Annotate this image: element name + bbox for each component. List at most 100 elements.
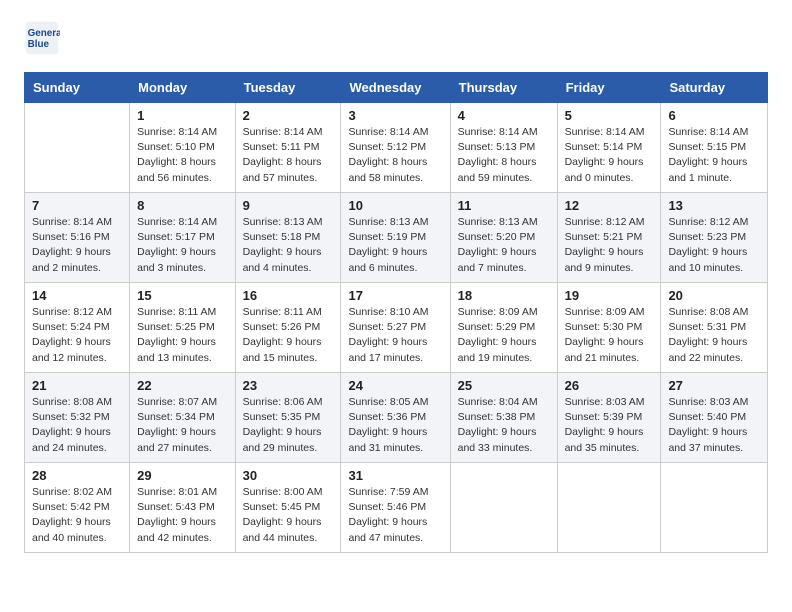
day-info: Sunrise: 8:06 AMSunset: 5:35 PMDaylight:… <box>243 395 334 456</box>
day-number: 14 <box>32 288 122 303</box>
calendar-cell: 15 Sunrise: 8:11 AMSunset: 5:25 PMDayligh… <box>130 283 235 373</box>
weekday-header-saturday: Saturday <box>661 73 768 103</box>
calendar-cell: 26 Sunrise: 8:03 AMSunset: 5:39 PMDayligh… <box>557 373 661 463</box>
calendar-cell: 20 Sunrise: 8:08 AMSunset: 5:31 PMDayligh… <box>661 283 768 373</box>
weekday-header-thursday: Thursday <box>450 73 557 103</box>
calendar-cell: 14 Sunrise: 8:12 AMSunset: 5:24 PMDayligh… <box>25 283 130 373</box>
day-number: 20 <box>668 288 760 303</box>
calendar-cell <box>25 103 130 193</box>
day-info: Sunrise: 8:11 AMSunset: 5:26 PMDaylight:… <box>243 305 334 366</box>
day-info: Sunrise: 8:14 AMSunset: 5:11 PMDaylight:… <box>243 125 334 186</box>
day-number: 31 <box>348 468 442 483</box>
day-info: Sunrise: 8:07 AMSunset: 5:34 PMDaylight:… <box>137 395 227 456</box>
day-info: Sunrise: 8:12 AMSunset: 5:24 PMDaylight:… <box>32 305 122 366</box>
weekday-header-tuesday: Tuesday <box>235 73 341 103</box>
weekday-header-wednesday: Wednesday <box>341 73 450 103</box>
day-info: Sunrise: 8:14 AMSunset: 5:12 PMDaylight:… <box>348 125 442 186</box>
weekday-header-monday: Monday <box>130 73 235 103</box>
day-info: Sunrise: 8:14 AMSunset: 5:13 PMDaylight:… <box>458 125 550 186</box>
calendar-cell <box>450 463 557 553</box>
calendar-cell: 13Sunrise: 8:12 AMSunset: 5:23 PMDayligh… <box>661 193 768 283</box>
day-number: 19 <box>565 288 654 303</box>
day-number: 18 <box>458 288 550 303</box>
day-number: 2 <box>243 108 334 123</box>
calendar-cell: 5 Sunrise: 8:14 AMSunset: 5:14 PMDaylight… <box>557 103 661 193</box>
calendar-cell: 3Sunrise: 8:14 AMSunset: 5:12 PMDaylight… <box>341 103 450 193</box>
day-number: 24 <box>348 378 442 393</box>
day-info: Sunrise: 8:08 AMSunset: 5:32 PMDaylight:… <box>32 395 122 456</box>
calendar-cell <box>661 463 768 553</box>
day-number: 28 <box>32 468 122 483</box>
day-number: 1 <box>137 108 227 123</box>
calendar-cell: 9 Sunrise: 8:13 AMSunset: 5:18 PMDaylight… <box>235 193 341 283</box>
day-number: 4 <box>458 108 550 123</box>
calendar-cell: 28Sunrise: 8:02 AMSunset: 5:42 PMDayligh… <box>25 463 130 553</box>
day-number: 21 <box>32 378 122 393</box>
calendar-week-row: 7Sunrise: 8:14 AMSunset: 5:16 PMDaylight… <box>25 193 768 283</box>
day-info: Sunrise: 8:11 AMSunset: 5:25 PMDaylight:… <box>137 305 227 366</box>
calendar-cell: 31Sunrise: 7:59 AMSunset: 5:46 PMDayligh… <box>341 463 450 553</box>
calendar-cell: 24Sunrise: 8:05 AMSunset: 5:36 PMDayligh… <box>341 373 450 463</box>
calendar-cell <box>557 463 661 553</box>
day-info: Sunrise: 8:13 AMSunset: 5:20 PMDaylight:… <box>458 215 550 276</box>
calendar-cell: 18 Sunrise: 8:09 AMSunset: 5:29 PMDayligh… <box>450 283 557 373</box>
calendar-week-row: 21 Sunrise: 8:08 AMSunset: 5:32 PMDayligh… <box>25 373 768 463</box>
day-info: Sunrise: 8:03 AMSunset: 5:39 PMDaylight:… <box>565 395 654 456</box>
logo: General Blue <box>24 20 64 56</box>
calendar-cell: 2 Sunrise: 8:14 AMSunset: 5:11 PMDaylight… <box>235 103 341 193</box>
day-info: Sunrise: 8:14 AMSunset: 5:10 PMDaylight:… <box>137 125 227 186</box>
calendar-cell: 10 Sunrise: 8:13 AMSunset: 5:19 PMDayligh… <box>341 193 450 283</box>
day-info: Sunrise: 8:08 AMSunset: 5:31 PMDaylight:… <box>668 305 760 366</box>
day-info: Sunrise: 8:14 AMSunset: 5:15 PMDaylight:… <box>668 125 760 186</box>
day-number: 6 <box>668 108 760 123</box>
day-info: Sunrise: 8:09 AMSunset: 5:29 PMDaylight:… <box>458 305 550 366</box>
day-number: 16 <box>243 288 334 303</box>
day-number: 26 <box>565 378 654 393</box>
day-info: Sunrise: 8:04 AMSunset: 5:38 PMDaylight:… <box>458 395 550 456</box>
day-info: Sunrise: 8:03 AMSunset: 5:40 PMDaylight:… <box>668 395 760 456</box>
calendar-cell: 1 Sunrise: 8:14 AMSunset: 5:10 PMDaylight… <box>130 103 235 193</box>
day-number: 25 <box>458 378 550 393</box>
day-number: 29 <box>137 468 227 483</box>
day-number: 23 <box>243 378 334 393</box>
calendar-cell: 30Sunrise: 8:00 AMSunset: 5:45 PMDayligh… <box>235 463 341 553</box>
day-number: 22 <box>137 378 227 393</box>
day-number: 9 <box>243 198 334 213</box>
day-number: 7 <box>32 198 122 213</box>
day-info: Sunrise: 8:14 AMSunset: 5:14 PMDaylight:… <box>565 125 654 186</box>
calendar-cell: 25 Sunrise: 8:04 AMSunset: 5:38 PMDayligh… <box>450 373 557 463</box>
calendar-cell: 16 Sunrise: 8:11 AMSunset: 5:26 PMDayligh… <box>235 283 341 373</box>
day-info: Sunrise: 8:13 AMSunset: 5:18 PMDaylight:… <box>243 215 334 276</box>
calendar-week-row: 28Sunrise: 8:02 AMSunset: 5:42 PMDayligh… <box>25 463 768 553</box>
svg-text:General: General <box>28 28 60 39</box>
calendar-week-row: 14 Sunrise: 8:12 AMSunset: 5:24 PMDayligh… <box>25 283 768 373</box>
calendar-cell: 19Sunrise: 8:09 AMSunset: 5:30 PMDayligh… <box>557 283 661 373</box>
day-number: 15 <box>137 288 227 303</box>
calendar-cell: 27 Sunrise: 8:03 AMSunset: 5:40 PMDayligh… <box>661 373 768 463</box>
day-info: Sunrise: 8:12 AMSunset: 5:23 PMDaylight:… <box>668 215 760 276</box>
day-info: Sunrise: 8:13 AMSunset: 5:19 PMDaylight:… <box>348 215 442 276</box>
calendar-cell: 7Sunrise: 8:14 AMSunset: 5:16 PMDaylight… <box>25 193 130 283</box>
calendar-page: General Blue SundayMondayTuesdayWednesda… <box>0 0 792 612</box>
day-info: Sunrise: 8:10 AMSunset: 5:27 PMDaylight:… <box>348 305 442 366</box>
calendar-week-row: 1 Sunrise: 8:14 AMSunset: 5:10 PMDaylight… <box>25 103 768 193</box>
day-info: Sunrise: 8:14 AMSunset: 5:17 PMDaylight:… <box>137 215 227 276</box>
day-number: 12 <box>565 198 654 213</box>
svg-text:Blue: Blue <box>28 39 50 50</box>
calendar-cell: 11 Sunrise: 8:13 AMSunset: 5:20 PMDayligh… <box>450 193 557 283</box>
day-number: 5 <box>565 108 654 123</box>
page-header: General Blue <box>24 20 768 56</box>
day-number: 17 <box>348 288 442 303</box>
calendar-cell: 29 Sunrise: 8:01 AMSunset: 5:43 PMDayligh… <box>130 463 235 553</box>
calendar-cell: 21 Sunrise: 8:08 AMSunset: 5:32 PMDayligh… <box>25 373 130 463</box>
day-number: 8 <box>137 198 227 213</box>
day-number: 11 <box>458 198 550 213</box>
calendar-cell: 4 Sunrise: 8:14 AMSunset: 5:13 PMDaylight… <box>450 103 557 193</box>
day-number: 27 <box>668 378 760 393</box>
day-info: Sunrise: 8:01 AMSunset: 5:43 PMDaylight:… <box>137 485 227 546</box>
calendar-cell: 22 Sunrise: 8:07 AMSunset: 5:34 PMDayligh… <box>130 373 235 463</box>
calendar-cell: 12Sunrise: 8:12 AMSunset: 5:21 PMDayligh… <box>557 193 661 283</box>
weekday-header-row: SundayMondayTuesdayWednesdayThursdayFrid… <box>25 73 768 103</box>
weekday-header-sunday: Sunday <box>25 73 130 103</box>
day-number: 10 <box>348 198 442 213</box>
